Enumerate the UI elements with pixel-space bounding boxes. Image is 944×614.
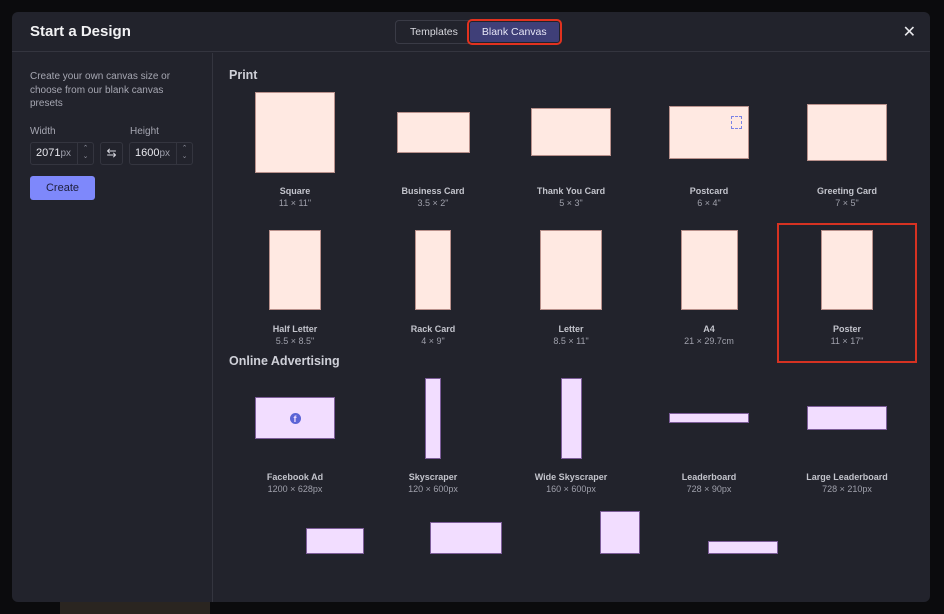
- tab-group: Templates Blank Canvas: [395, 19, 562, 45]
- width-unit: px: [60, 147, 72, 159]
- swap-dimensions-button[interactable]: ⇆: [100, 141, 123, 165]
- background-content: [60, 600, 210, 614]
- height-label: Height: [130, 125, 159, 137]
- preset-thumbnail: [425, 377, 441, 459]
- tab-blank-canvas[interactable]: Blank Canvas: [466, 19, 562, 45]
- section-title-print: Print: [229, 68, 258, 82]
- preset-name: A4: [703, 324, 715, 334]
- preset-thank-you-card[interactable]: Thank You Card 5 × 3": [502, 86, 640, 224]
- preset-thumbnail: [807, 406, 887, 430]
- facebook-icon: f: [289, 412, 301, 424]
- preset-size: 5.5 × 8.5": [275, 336, 315, 346]
- preset-item[interactable]: [226, 506, 364, 554]
- preset-thumbnail: [269, 230, 321, 310]
- preset-leaderboard[interactable]: Leaderboard 728 × 90px: [640, 372, 778, 510]
- preset-thumbnail: [821, 230, 873, 310]
- preset-thumbnail: [415, 230, 451, 310]
- presets-scroll-area: Print Square 11 × 11" Business Card 3.5 …: [214, 53, 930, 589]
- width-label: Width: [30, 125, 56, 137]
- preset-half-letter[interactable]: Half Letter 5.5 × 8.5": [226, 224, 364, 362]
- preset-facebook-ad[interactable]: f Facebook Ad 1200 × 628px: [226, 372, 364, 510]
- preset-name: Square: [279, 186, 311, 196]
- preset-letter[interactable]: Letter 8.5 × 11": [502, 224, 640, 362]
- preset-name: Letter: [558, 324, 584, 334]
- preset-name: Thank You Card: [536, 186, 606, 196]
- preset-skyscraper[interactable]: Skyscraper 120 × 600px: [364, 372, 502, 510]
- preset-size: 6 × 4": [697, 198, 721, 208]
- preset-name: Half Letter: [272, 324, 318, 334]
- preset-size: 3.5 × 2": [417, 198, 449, 208]
- preset-size: 11 × 17": [830, 336, 864, 346]
- preset-size: 7 × 5": [835, 198, 859, 208]
- preset-thumbnail: [600, 511, 640, 554]
- preset-square[interactable]: Square 11 × 11": [226, 86, 364, 224]
- height-stepper[interactable]: ⌃ ⌄: [176, 142, 192, 164]
- preset-thumbnail: [430, 522, 502, 554]
- preset-thumbnail: [560, 377, 582, 459]
- modal-header: Start a Design Templates Blank Canvas ✕: [12, 12, 930, 52]
- preset-thumbnail: [708, 541, 778, 554]
- preset-name: Poster: [832, 324, 861, 334]
- preset-thumbnail: [255, 91, 335, 173]
- tab-templates[interactable]: Templates: [398, 22, 470, 42]
- preset-size: 728 × 90px: [686, 484, 732, 494]
- width-input[interactable]: 2071 px ⌃ ⌄: [30, 141, 94, 165]
- preset-item[interactable]: [640, 506, 778, 554]
- preset-size: 5 × 3": [559, 198, 583, 208]
- create-button[interactable]: Create: [30, 175, 95, 200]
- preset-thumbnail: f: [255, 397, 335, 439]
- preset-thumbnail: [669, 413, 749, 423]
- height-unit: px: [159, 147, 171, 159]
- preset-name: Leaderboard: [681, 472, 737, 482]
- preset-size: 1200 × 628px: [267, 484, 323, 494]
- preset-rack-card[interactable]: Rack Card 4 × 9": [364, 224, 502, 362]
- preset-size: 8.5 × 11": [553, 336, 589, 346]
- preset-name: Facebook Ad: [266, 472, 324, 482]
- preset-size: 11 × 11": [278, 198, 312, 208]
- preset-size: 21 × 29.7cm: [684, 336, 734, 346]
- preset-name: Business Card: [401, 186, 465, 196]
- preset-size: 160 × 600px: [546, 484, 596, 494]
- preset-thumbnail: [680, 230, 738, 310]
- preset-poster[interactable]: Poster 11 × 17": [777, 223, 917, 363]
- stamp-icon: [731, 115, 742, 129]
- custom-size-panel: Create your own canvas size or choose fr…: [12, 53, 213, 602]
- preset-postcard[interactable]: Postcard 6 × 4": [640, 86, 778, 224]
- width-stepper[interactable]: ⌃ ⌄: [77, 142, 93, 164]
- preset-thumbnail: [396, 111, 470, 153]
- width-value: 2071: [36, 147, 61, 159]
- start-design-modal: Start a Design Templates Blank Canvas ✕ …: [12, 12, 930, 602]
- height-value: 1600: [135, 147, 160, 159]
- panel-description: Create your own canvas size or choose fr…: [30, 71, 171, 109]
- preset-name: Wide Skyscraper: [534, 472, 608, 482]
- preset-thumbnail: [669, 105, 749, 159]
- preset-size: 120 × 600px: [408, 484, 458, 494]
- close-icon[interactable]: ✕: [903, 22, 916, 42]
- modal-title: Start a Design: [30, 23, 131, 40]
- preset-size: 728 × 210px: [822, 484, 872, 494]
- preset-item[interactable]: [364, 506, 502, 554]
- preset-thumbnail: [807, 103, 887, 161]
- preset-large-leaderboard[interactable]: Large Leaderboard 728 × 210px: [778, 372, 916, 510]
- preset-name: Skyscraper: [408, 472, 458, 482]
- preset-wide-skyscraper[interactable]: Wide Skyscraper 160 × 600px: [502, 372, 640, 510]
- preset-size: 4 × 9": [421, 336, 445, 346]
- swap-icon: ⇆: [106, 146, 117, 160]
- preset-item[interactable]: [502, 506, 640, 554]
- height-input[interactable]: 1600 px ⌃ ⌄: [129, 141, 193, 165]
- preset-name: Greeting Card: [816, 186, 877, 196]
- preset-business-card[interactable]: Business Card 3.5 × 2": [364, 86, 502, 224]
- preset-name: Rack Card: [410, 324, 456, 334]
- preset-thumbnail: [540, 230, 602, 310]
- preset-a4[interactable]: A4 21 × 29.7cm: [640, 224, 778, 362]
- preset-name: Large Leaderboard: [806, 472, 888, 482]
- preset-greeting-card[interactable]: Greeting Card 7 × 5": [778, 86, 916, 224]
- preset-thumbnail: [531, 108, 611, 156]
- preset-name: Postcard: [689, 186, 729, 196]
- preset-thumbnail: [306, 528, 364, 554]
